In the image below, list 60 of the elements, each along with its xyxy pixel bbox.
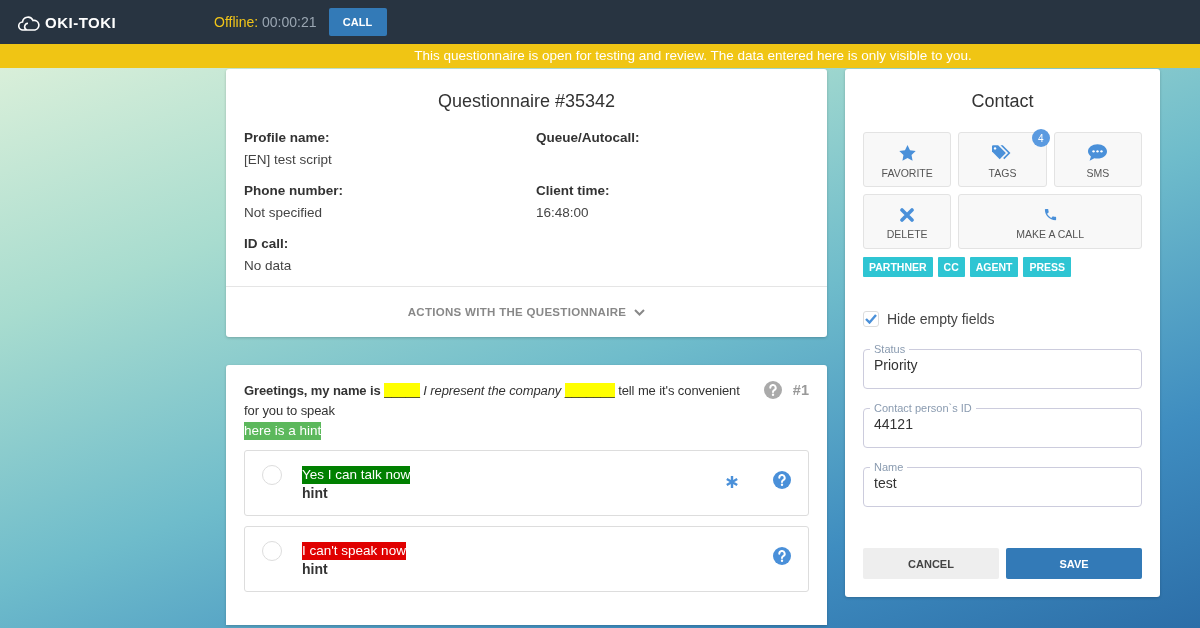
text-field[interactable]: Name test [863, 461, 1142, 507]
contact-tag: PRESS [1023, 257, 1072, 277]
star-icon [898, 144, 916, 161]
tags-icon [992, 144, 1013, 161]
contact-tag: AGENT [969, 257, 1019, 277]
questionnaire-actions-button[interactable]: ACTIONS WITH THE QUESTIONNAIRE [401, 305, 652, 319]
questionnaire-title: Questionnaire #35342 [436, 90, 617, 112]
cloud-logo-icon [18, 13, 40, 31]
count-badge: 4 [1031, 129, 1050, 147]
field-label: ID call: [244, 236, 290, 251]
call-status: Offline: 00:00:21 [214, 14, 317, 30]
field-value: 16:48:00 [536, 205, 590, 220]
cross-icon [900, 207, 915, 222]
field-label: Contact person`s ID [873, 402, 973, 414]
cancel-button[interactable]: CANCEL [863, 548, 999, 579]
testing-notice: This questionnaire is open for testing and review. The data entered here is only visible to you. [414, 47, 972, 65]
contact-title: Contact [970, 91, 1035, 112]
field-label: Status [873, 343, 907, 355]
field-label: Profile name: [244, 130, 331, 145]
radio-button[interactable] [262, 465, 282, 485]
help-icon[interactable] [773, 470, 791, 489]
chat-icon [1088, 144, 1108, 161]
checkbox[interactable] [863, 311, 879, 327]
phone-icon [1042, 207, 1058, 222]
chevron-down-icon [634, 308, 646, 316]
checkbox-label: Hide empty fields [887, 311, 995, 327]
answer-option[interactable]: I can't speak now hint [244, 526, 809, 592]
field-input[interactable]: Priority [874, 355, 1131, 373]
contact-tag: CC [937, 257, 965, 277]
field-label: Queue/Autocall: [536, 130, 641, 145]
question-text: Greetings, my name is _____ I represent the company _______ tell me it's convenient for you to speak [244, 382, 741, 420]
field-value: Not specified [244, 205, 324, 220]
delete-button[interactable]: DELETE [863, 194, 952, 249]
question-number: #1 [792, 382, 809, 398]
field-label: Name [873, 461, 905, 473]
sms-button[interactable]: SMS [1053, 132, 1142, 187]
answer-label: Yes I can talk now [302, 466, 411, 484]
call-button[interactable]: MAKE A CALL [958, 194, 1142, 249]
field-value: No data [244, 258, 293, 273]
answer-option[interactable]: Yes I can talk now hint [244, 450, 809, 516]
radio-button[interactable] [262, 541, 282, 561]
field-value: [EN] test script [244, 152, 333, 167]
favorite-button[interactable]: FAVORITE [863, 132, 952, 187]
save-button[interactable]: SAVE [1006, 548, 1142, 579]
question-hint: here is a hint [244, 422, 322, 440]
contact-tag: PARTHNER [863, 257, 933, 277]
field-label: Phone number: [244, 183, 344, 198]
help-icon[interactable] [773, 546, 791, 565]
app-logo-text: OKI-TOKI [45, 13, 117, 31]
answer-label: I can't speak now [302, 542, 406, 560]
tags-button[interactable]: TAGS 4 [958, 132, 1047, 187]
answer-hint: hint [302, 561, 329, 577]
answer-hint: hint [302, 485, 329, 501]
field-input[interactable]: test [874, 473, 1131, 491]
call-button[interactable]: CALL [328, 8, 387, 36]
help-icon[interactable] [763, 381, 782, 399]
text-field[interactable]: Status Priority [863, 343, 1142, 389]
text-field[interactable]: Contact person`s ID 44121 [863, 402, 1142, 448]
field-label: Client time: [536, 183, 611, 198]
field-input[interactable]: 44121 [874, 414, 1131, 432]
